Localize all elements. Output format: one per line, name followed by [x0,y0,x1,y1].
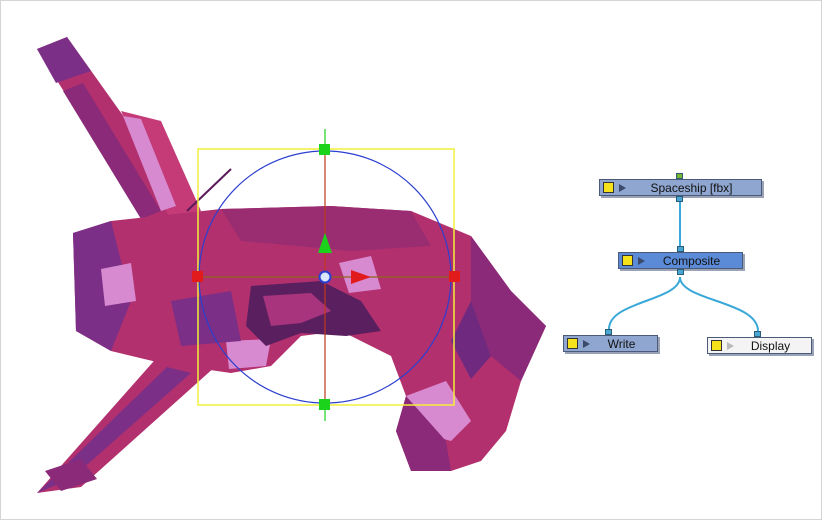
node-label: Composite [662,253,721,268]
pivot-point[interactable] [318,270,332,284]
port-out-spaceship[interactable] [676,196,683,202]
spaceship-model[interactable] [37,37,546,493]
handle-left[interactable] [192,271,203,282]
play-icon [638,256,645,265]
node-enable-icon[interactable] [603,182,614,193]
play-icon [727,341,734,350]
node-label: Display [750,338,791,353]
camera-view-panel: Spaceship [fbx] Composite Write Display [0,0,822,520]
node-enable-icon[interactable] [622,255,633,266]
hull-pink-panel-2 [101,263,136,306]
wire-composite-display [679,276,759,332]
port-in-composite[interactable] [677,246,684,252]
node-enable-icon[interactable] [567,338,578,349]
handle-top[interactable] [319,144,330,155]
node-label: Spaceship [fbx] [650,180,733,195]
node-display[interactable]: Display [707,337,812,354]
port-in-display[interactable] [754,331,761,337]
port-out-composite[interactable] [677,269,684,275]
port-in-write[interactable] [605,329,612,335]
handle-bottom[interactable] [319,399,330,410]
node-spaceship[interactable]: Spaceship [fbx] [599,179,762,196]
play-icon [619,183,626,192]
play-icon [583,339,590,348]
node-composite[interactable]: Composite [618,252,743,269]
handle-right[interactable] [449,271,460,282]
node-label: Write [607,336,636,351]
node-write[interactable]: Write [563,335,658,352]
antenna [186,168,232,212]
wire-composite-write [608,276,681,330]
port-in-spaceship[interactable] [676,173,683,179]
node-enable-icon[interactable] [711,340,722,351]
